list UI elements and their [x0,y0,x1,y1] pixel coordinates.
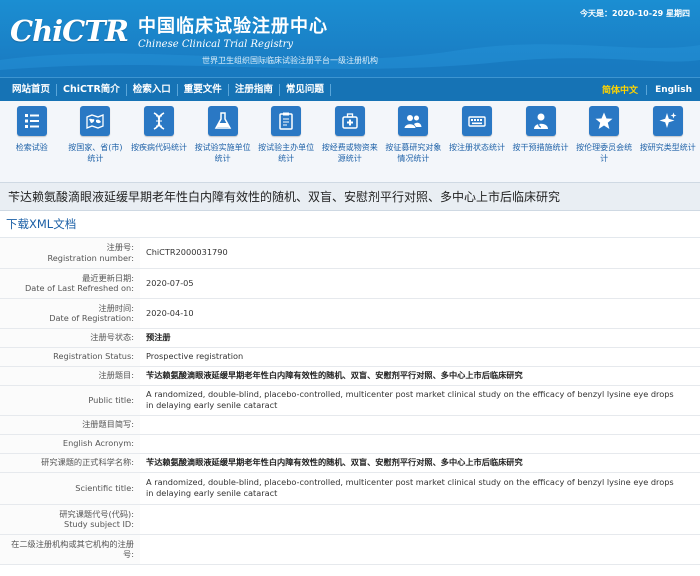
field-value [140,534,700,565]
keyboard-icon [461,106,492,136]
field-label: 注册题目简写: [0,415,140,435]
site-title-cn: 中国临床试验注册中心 [137,16,328,37]
nav-about[interactable]: ChiCTR简介 [57,83,127,96]
field-value [140,504,700,535]
site-logo[interactable]: ChiCTR 中国临床试验注册中心 Chinese Clinical Trial… [10,12,328,50]
field-value: 2020-04-10 [140,298,700,329]
field-label: Public title: [0,385,140,416]
icon-label: 按国家、省(市)统计 [68,143,123,163]
field-label: 最近更新日期: Date of Last Refreshed on: [0,268,140,299]
field-label: 注册号: Registration number: [0,238,140,269]
main-nav: 网站首页 ChiCTR简介 检索入口 重要文件 注册指南 常见问题 简体中文 E… [0,77,700,101]
table-row: Scientific title: A randomized, double-b… [0,472,700,505]
sparkle-icon [652,106,683,136]
icon-link-site[interactable]: 按试验实施单位统计 [191,106,255,182]
table-row: Registration Status: Prospective registr… [0,347,700,367]
table-row: 注册号状态: 预注册 [0,328,700,348]
table-row: 注册时间: Date of Registration: 2020-04-10 [0,298,700,329]
nav-faq[interactable]: 常见问题 [280,83,331,96]
star-icon [589,106,620,136]
field-value [140,415,700,435]
field-label: 注册题目: [0,366,140,386]
field-label: 注册时间: Date of Registration: [0,298,140,329]
icon-link-ethics[interactable]: 按伦理委员会统计 [572,106,636,182]
icon-label: 检索试验 [15,143,48,152]
icon-label: 按试验主办单位统计 [258,143,315,163]
icon-label: 按试验实施单位统计 [194,143,251,163]
download-xml-link[interactable]: 下载XML文档 [0,211,700,238]
icon-link-country[interactable]: 按国家、省(市)统计 [64,106,128,182]
flask-icon [207,106,238,136]
field-label: 在二级注册机构或其它机构的注册 号: [0,534,140,565]
field-value: ChiCTR2000031790 [140,238,700,269]
list-icon [16,106,47,136]
world-map-icon [80,106,111,136]
icon-label: 按疾病代码统计 [130,143,187,152]
icon-label: 按干预措施统计 [512,143,569,152]
nav-guide[interactable]: 注册指南 [229,83,280,96]
icon-link-intervention[interactable]: 按干预措施统计 [509,106,573,182]
icon-link-sponsor[interactable]: 按试验主办单位统计 [254,106,318,182]
lang-english[interactable]: English [646,84,700,95]
table-row: 注册题目简写: [0,415,700,435]
trial-detail-table: 注册号: Registration number: ChiCTR200003179… [0,238,700,565]
icon-label: 按伦理委员会统计 [576,143,633,163]
table-row: 研究课题代号(代码): Study subject ID: [0,504,700,535]
field-value: 预注册 [140,328,700,348]
logo-mark: ChiCTR [10,14,129,48]
table-row: English Acronym: [0,434,700,454]
icon-link-status[interactable]: 按注册状态统计 [445,106,509,182]
field-label: 研究课题的正式科学名称: [0,453,140,473]
table-row: Public title: A randomized, double-blind… [0,385,700,416]
page-title: 苄达赖氨酸滴眼液延缓早期老年性白内障有效性的随机、双盲、安慰剂平行对照、多中心上… [0,183,700,211]
current-date: 今天是：2020-10-29 星期四 [580,9,690,18]
field-value: A randomized, double-blind, placebo-cont… [140,472,700,505]
nav-search[interactable]: 检索入口 [127,83,178,96]
field-value [140,434,700,454]
table-row: 研究课题的正式科学名称: 苄达赖氨酸滴眼液延缓早期老年性白内障有效性的随机、双盲… [0,453,700,473]
icon-link-disease[interactable]: 按疾病代码统计 [127,106,191,182]
field-label: English Acronym: [0,434,140,454]
field-label: 研究课题代号(代码): Study subject ID: [0,504,140,535]
field-value: 苄达赖氨酸滴眼液延缓早期老年性白内障有效性的随机、双盲、安慰剂平行对照、多中心上… [140,366,700,386]
stats-icon-bar: 检索试验 按国家、省(市)统计 按疾病代码统计 按试验实施单位统计 按试验主办单… [0,101,700,183]
table-row: 最近更新日期: Date of Last Refreshed on: 2020-0… [0,268,700,299]
field-value: Prospective registration [140,347,700,367]
people-icon [398,106,429,136]
field-label: Scientific title: [0,472,140,505]
site-header: ChiCTR 中国临床试验注册中心 Chinese Clinical Trial… [0,0,700,77]
icon-label: 按研究类型统计 [639,143,696,152]
site-title-en: Chinese Clinical Trial Registry [137,39,294,50]
clipboard-icon [271,106,302,136]
medical-kit-icon [334,106,365,136]
nav-home[interactable]: 网站首页 [6,83,58,96]
icon-link-recruitment[interactable]: 按征募研究对象情况统计 [382,106,446,182]
icon-label: 按经费或物资来源统计 [321,143,378,163]
icon-label: 按注册状态统计 [448,143,505,152]
field-value: 2020-07-05 [140,268,700,299]
lang-chinese[interactable]: 简体中文 [594,83,646,96]
table-row: 在二级注册机构或其它机构的注册 号: [0,534,700,565]
field-value: 苄达赖氨酸滴眼液延缓早期老年性白内障有效性的随机、双盲、安慰剂平行对照、多中心上… [140,453,700,473]
icon-link-funding[interactable]: 按经费或物资来源统计 [318,106,382,182]
field-label: Registration Status: [0,347,140,367]
table-row: 注册题目: 苄达赖氨酸滴眼液延缓早期老年性白内障有效性的随机、双盲、安慰剂平行对… [0,366,700,386]
icon-link-study-type[interactable]: 按研究类型统计 [636,106,700,182]
icon-link-search[interactable]: 检索试验 [0,106,64,182]
nav-documents[interactable]: 重要文件 [178,83,229,96]
icon-label: 按征募研究对象情况统计 [385,143,442,163]
field-value: A randomized, double-blind, placebo-cont… [140,385,700,416]
dna-icon [143,106,174,136]
field-label: 注册号状态: [0,328,140,348]
site-subtitle: 世界卫生组织国际临床试验注册平台一级注册机构 [202,56,378,65]
table-row: 注册号: Registration number: ChiCTR200003179… [0,238,700,269]
doctor-icon [525,106,556,136]
